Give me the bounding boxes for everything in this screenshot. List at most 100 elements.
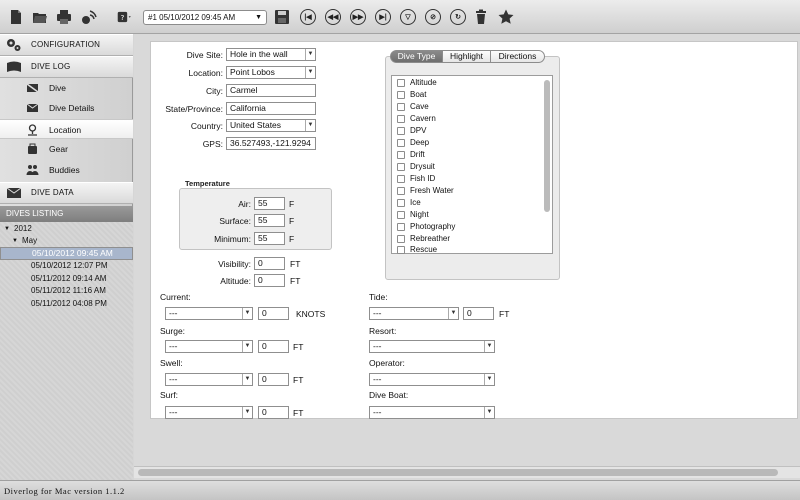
- checkbox[interactable]: [397, 127, 405, 135]
- tide-field[interactable]: 0: [463, 307, 494, 320]
- surge-select[interactable]: --- ▼: [165, 340, 253, 353]
- checkbox[interactable]: [397, 163, 405, 171]
- swell-select[interactable]: --- ▼: [165, 373, 253, 386]
- trash-icon[interactable]: [473, 9, 489, 25]
- chevron-down-icon: ▼: [242, 407, 252, 418]
- sidebar-item-dive-log[interactable]: DIVE LOG: [0, 56, 133, 78]
- checkbox[interactable]: [397, 187, 405, 195]
- print-icon[interactable]: [56, 9, 72, 25]
- visibility-unit: FT: [290, 259, 301, 269]
- checkbox[interactable]: [397, 223, 405, 231]
- sidebar-item-label: DIVE LOG: [31, 62, 71, 71]
- location-select[interactable]: Point Lobos ▼: [226, 66, 316, 79]
- wireless-sync-icon[interactable]: [81, 9, 97, 25]
- checkbox[interactable]: [397, 235, 405, 243]
- scrollbar-thumb[interactable]: [138, 469, 778, 476]
- chevron-down-icon: ▼: [305, 120, 315, 131]
- previous-dive-icon[interactable]: ◀◀: [325, 9, 341, 25]
- status-bar: Diverlog for Mac version 1.1.2: [0, 480, 800, 500]
- sidebar-item-dive-details[interactable]: Dive Details: [0, 98, 133, 118]
- first-dive-icon[interactable]: |◀: [300, 9, 316, 25]
- dive-site-label: Dive Site:: [186, 50, 223, 60]
- tree-year[interactable]: ▼ 2012: [0, 223, 133, 235]
- vertical-scrollbar[interactable]: [544, 80, 550, 212]
- refresh-icon[interactable]: ↻: [450, 9, 466, 25]
- checkbox[interactable]: [397, 175, 405, 183]
- sidebar-item-dive-data[interactable]: DIVE DATA: [0, 182, 133, 204]
- dive-selector-value: #1 05/10/2012 09:45 AM: [148, 13, 236, 22]
- chevron-down-icon: ▼: [242, 374, 252, 385]
- list-item[interactable]: 05/10/2012 09:45 AM: [0, 247, 133, 260]
- surf-field[interactable]: 0: [258, 406, 289, 419]
- state-field[interactable]: California: [226, 102, 316, 115]
- list-item[interactable]: 05/11/2012 09:14 AM: [0, 273, 133, 285]
- open-folder-icon[interactable]: [32, 9, 48, 25]
- country-label: Country:: [190, 121, 223, 131]
- minimum-field[interactable]: 55: [254, 232, 285, 245]
- dive-selector[interactable]: #1 05/10/2012 09:45 AM ▼: [143, 10, 267, 25]
- gps-field[interactable]: 36.527493,-121.9294: [226, 137, 316, 150]
- next-dive-icon[interactable]: ▶▶: [350, 9, 366, 25]
- help-icon[interactable]: ?: [114, 9, 136, 25]
- surf-select[interactable]: --- ▼: [165, 406, 253, 419]
- sidebar-item-label: Dive: [49, 83, 67, 93]
- surface-field[interactable]: 55: [254, 214, 285, 227]
- tab-directions[interactable]: Directions: [490, 50, 545, 63]
- state-label: State/Province:: [165, 104, 223, 114]
- list-item[interactable]: 05/11/2012 11:16 AM: [0, 285, 133, 297]
- checkbox[interactable]: [397, 211, 405, 219]
- air-field[interactable]: 55: [254, 197, 285, 210]
- sidebar-item-location[interactable]: Location: [0, 119, 133, 139]
- checkbox[interactable]: [397, 246, 405, 254]
- visibility-field[interactable]: 0: [254, 257, 285, 270]
- checkbox[interactable]: [397, 151, 405, 159]
- altitude-field[interactable]: 0: [254, 274, 285, 287]
- dives-listing: ▼ 2012 ▼ May 05/10/2012 09:45 AM 05/10/2…: [0, 222, 133, 480]
- new-document-icon[interactable]: [8, 9, 24, 25]
- checkbox[interactable]: [397, 103, 405, 111]
- save-icon[interactable]: [274, 9, 290, 25]
- dive-boat-select[interactable]: --- ▼: [369, 406, 495, 419]
- list-item[interactable]: 05/11/2012 04:08 PM: [0, 298, 133, 310]
- sidebar-item-gear[interactable]: Gear: [0, 139, 133, 159]
- air-unit: F: [289, 199, 295, 209]
- city-field[interactable]: Carmel: [226, 84, 316, 97]
- filter-icon[interactable]: ▽: [400, 9, 416, 25]
- swell-unit: FT: [293, 375, 304, 385]
- country-select[interactable]: United States ▼: [226, 119, 316, 132]
- sidebar-item-configuration[interactable]: CONFIGURATION: [0, 34, 133, 56]
- surface-label: Surface:: [219, 216, 251, 226]
- horizontal-scrollbar[interactable]: [134, 466, 800, 478]
- disclosure-triangle-icon[interactable]: ▼: [12, 235, 18, 247]
- dive-type-list: Altitude Boat Cave Cavern DPV Deep Drift…: [391, 75, 553, 254]
- star-icon[interactable]: [498, 9, 514, 25]
- swell-field[interactable]: 0: [258, 373, 289, 386]
- disclosure-triangle-icon[interactable]: ▼: [4, 223, 10, 235]
- tide-select[interactable]: --- ▼: [369, 307, 459, 320]
- logbook-icon: [7, 61, 21, 72]
- dive-flag-icon: [26, 83, 39, 93]
- sidebar-item-dive[interactable]: Dive: [0, 78, 133, 98]
- dive-site-select[interactable]: Hole in the wall ▼: [226, 48, 316, 61]
- list-item[interactable]: 05/10/2012 12:07 PM: [0, 260, 133, 272]
- surge-field[interactable]: 0: [258, 340, 289, 353]
- visibility-label: Visibility:: [218, 259, 251, 269]
- checkbox[interactable]: [397, 79, 405, 87]
- current-select[interactable]: --- ▼: [165, 307, 253, 320]
- checkbox[interactable]: [397, 199, 405, 207]
- tab-dive-type[interactable]: Dive Type: [390, 50, 443, 63]
- sidebar-item-buddies[interactable]: Buddies: [0, 160, 133, 180]
- dives-listing-header: DIVES LISTING: [0, 206, 133, 222]
- tree-month-label: May: [22, 236, 38, 245]
- operator-select[interactable]: --- ▼: [369, 373, 495, 386]
- current-field[interactable]: 0: [258, 307, 289, 320]
- checkbox[interactable]: [397, 139, 405, 147]
- checkbox[interactable]: [397, 91, 405, 99]
- resort-select[interactable]: --- ▼: [369, 340, 495, 353]
- checkbox[interactable]: [397, 115, 405, 123]
- no-filter-icon[interactable]: ⊘: [425, 9, 441, 25]
- last-dive-icon[interactable]: ▶|: [375, 9, 391, 25]
- tab-highlight[interactable]: Highlight: [442, 50, 491, 63]
- current-unit: KNOTS: [296, 309, 326, 319]
- tree-month[interactable]: ▼ May: [0, 235, 133, 247]
